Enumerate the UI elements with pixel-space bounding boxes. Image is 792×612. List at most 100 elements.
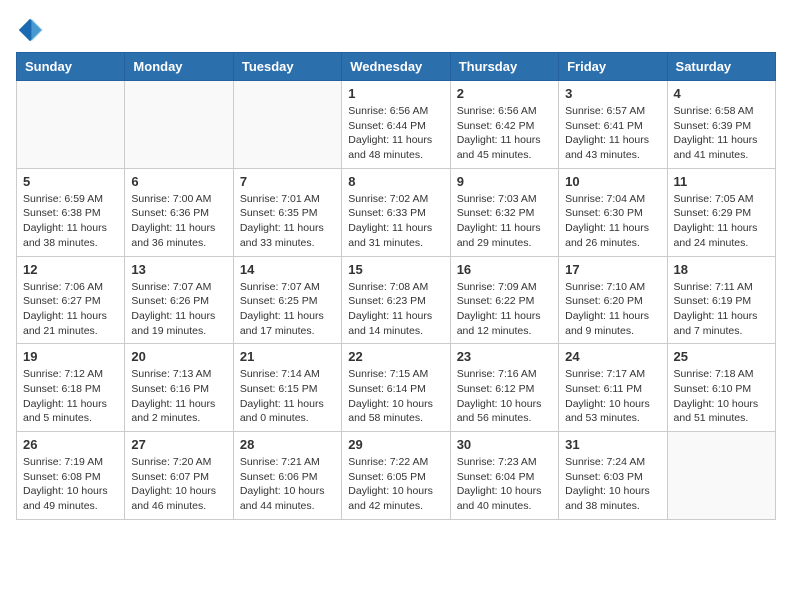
day-number: 9 [457,174,552,189]
day-info: Sunrise: 7:17 AMSunset: 6:11 PMDaylight:… [565,367,660,426]
day-info: Sunrise: 7:20 AMSunset: 6:07 PMDaylight:… [131,455,226,514]
day-info: Sunrise: 6:56 AMSunset: 6:44 PMDaylight:… [348,104,443,163]
day-number: 19 [23,349,118,364]
calendar-header-monday: Monday [125,53,233,81]
day-info: Sunrise: 7:06 AMSunset: 6:27 PMDaylight:… [23,280,118,339]
calendar-cell: 3Sunrise: 6:57 AMSunset: 6:41 PMDaylight… [559,81,667,169]
day-number: 29 [348,437,443,452]
calendar-cell: 16 Sunrise: 7:09 AMSunset: 6:22 PMDayligh… [450,256,558,344]
calendar-header-wednesday: Wednesday [342,53,450,81]
calendar-cell [125,81,233,169]
day-info: Sunrise: 7:05 AMSunset: 6:29 PMDaylight:… [674,192,769,251]
calendar-cell: 5 Sunrise: 6:59 AMSunset: 6:38 PMDaylight… [17,168,125,256]
calendar-cell: 21 Sunrise: 7:14 AMSunset: 6:15 PMDayligh… [233,344,341,432]
day-number: 21 [240,349,335,364]
day-info: Sunrise: 7:07 AMSunset: 6:26 PMDaylight:… [131,280,226,339]
calendar-cell: 7 Sunrise: 7:01 AMSunset: 6:35 PMDaylight… [233,168,341,256]
day-number: 17 [565,262,660,277]
calendar-cell: 30 Sunrise: 7:23 AMSunset: 6:04 PMDayligh… [450,432,558,520]
day-number: 22 [348,349,443,364]
calendar-cell: 12 Sunrise: 7:06 AMSunset: 6:27 PMDayligh… [17,256,125,344]
calendar-cell: 2 Sunrise: 6:56 AMSunset: 6:42 PMDaylight… [450,81,558,169]
calendar-cell: 15 Sunrise: 7:08 AMSunset: 6:23 PMDayligh… [342,256,450,344]
calendar-header-thursday: Thursday [450,53,558,81]
day-info: Sunrise: 6:56 AMSunset: 6:42 PMDaylight:… [457,104,552,163]
calendar-cell: 11Sunrise: 7:05 AMSunset: 6:29 PMDayligh… [667,168,775,256]
calendar-week-2: 5 Sunrise: 6:59 AMSunset: 6:38 PMDaylight… [17,168,776,256]
day-number: 2 [457,86,552,101]
day-number: 14 [240,262,335,277]
day-info: Sunrise: 7:09 AMSunset: 6:22 PMDaylight:… [457,280,552,339]
day-number: 16 [457,262,552,277]
calendar-header-friday: Friday [559,53,667,81]
calendar-header-saturday: Saturday [667,53,775,81]
day-number: 31 [565,437,660,452]
calendar-cell: 31 Sunrise: 7:24 AMSunset: 6:03 PMDayligh… [559,432,667,520]
calendar-cell: 9Sunrise: 7:03 AMSunset: 6:32 PMDaylight… [450,168,558,256]
calendar-cell: 20 Sunrise: 7:13 AMSunset: 6:16 PMDayligh… [125,344,233,432]
day-number: 27 [131,437,226,452]
day-info: Sunrise: 7:16 AMSunset: 6:12 PMDaylight:… [457,367,552,426]
calendar-cell: 13 Sunrise: 7:07 AMSunset: 6:26 PMDayligh… [125,256,233,344]
day-info: Sunrise: 7:13 AMSunset: 6:16 PMDaylight:… [131,367,226,426]
day-number: 5 [23,174,118,189]
day-info: Sunrise: 7:08 AMSunset: 6:23 PMDaylight:… [348,280,443,339]
calendar-cell: 23 Sunrise: 7:16 AMSunset: 6:12 PMDayligh… [450,344,558,432]
calendar-header-tuesday: Tuesday [233,53,341,81]
logo [16,16,48,44]
day-info: Sunrise: 6:59 AMSunset: 6:38 PMDaylight:… [23,192,118,251]
day-number: 30 [457,437,552,452]
calendar-header-row: SundayMondayTuesdayWednesdayThursdayFrid… [17,53,776,81]
calendar-table: SundayMondayTuesdayWednesdayThursdayFrid… [16,52,776,520]
day-info: Sunrise: 6:58 AMSunset: 6:39 PMDaylight:… [674,104,769,163]
calendar-week-5: 26 Sunrise: 7:19 AMSunset: 6:08 PMDayligh… [17,432,776,520]
logo-icon [16,16,44,44]
calendar-week-4: 19Sunrise: 7:12 AMSunset: 6:18 PMDayligh… [17,344,776,432]
day-info: Sunrise: 7:22 AMSunset: 6:05 PMDaylight:… [348,455,443,514]
calendar-cell: 28Sunrise: 7:21 AMSunset: 6:06 PMDayligh… [233,432,341,520]
calendar-header-sunday: Sunday [17,53,125,81]
calendar-week-3: 12 Sunrise: 7:06 AMSunset: 6:27 PMDayligh… [17,256,776,344]
day-number: 13 [131,262,226,277]
calendar-cell [17,81,125,169]
calendar-cell [233,81,341,169]
day-number: 26 [23,437,118,452]
day-number: 18 [674,262,769,277]
calendar-cell: 4 Sunrise: 6:58 AMSunset: 6:39 PMDaylight… [667,81,775,169]
calendar-cell: 27 Sunrise: 7:20 AMSunset: 6:07 PMDayligh… [125,432,233,520]
day-number: 12 [23,262,118,277]
day-info: Sunrise: 7:21 AMSunset: 6:06 PMDaylight:… [240,455,335,514]
day-number: 1 [348,86,443,101]
calendar-cell: 22 Sunrise: 7:15 AMSunset: 6:14 PMDayligh… [342,344,450,432]
day-info: Sunrise: 7:23 AMSunset: 6:04 PMDaylight:… [457,455,552,514]
day-info: Sunrise: 7:04 AMSunset: 6:30 PMDaylight:… [565,192,660,251]
day-info: Sunrise: 7:15 AMSunset: 6:14 PMDaylight:… [348,367,443,426]
day-number: 23 [457,349,552,364]
day-number: 7 [240,174,335,189]
day-info: Sunrise: 7:14 AMSunset: 6:15 PMDaylight:… [240,367,335,426]
day-info: Sunrise: 7:11 AMSunset: 6:19 PMDaylight:… [674,280,769,339]
day-info: Sunrise: 7:18 AMSunset: 6:10 PMDaylight:… [674,367,769,426]
day-info: Sunrise: 7:24 AMSunset: 6:03 PMDaylight:… [565,455,660,514]
day-number: 24 [565,349,660,364]
day-number: 20 [131,349,226,364]
calendar-cell: 8Sunrise: 7:02 AMSunset: 6:33 PMDaylight… [342,168,450,256]
day-number: 15 [348,262,443,277]
calendar-cell: 25 Sunrise: 7:18 AMSunset: 6:10 PMDayligh… [667,344,775,432]
calendar-cell: 19Sunrise: 7:12 AMSunset: 6:18 PMDayligh… [17,344,125,432]
day-number: 3 [565,86,660,101]
day-number: 25 [674,349,769,364]
day-info: Sunrise: 7:00 AMSunset: 6:36 PMDaylight:… [131,192,226,251]
page-header [16,16,776,44]
day-info: Sunrise: 7:07 AMSunset: 6:25 PMDaylight:… [240,280,335,339]
day-number: 10 [565,174,660,189]
calendar-cell: 14 Sunrise: 7:07 AMSunset: 6:25 PMDayligh… [233,256,341,344]
calendar-cell: 6Sunrise: 7:00 AMSunset: 6:36 PMDaylight… [125,168,233,256]
calendar-cell: 17Sunrise: 7:10 AMSunset: 6:20 PMDayligh… [559,256,667,344]
calendar-cell: 10 Sunrise: 7:04 AMSunset: 6:30 PMDayligh… [559,168,667,256]
day-info: Sunrise: 7:19 AMSunset: 6:08 PMDaylight:… [23,455,118,514]
calendar-week-1: 1 Sunrise: 6:56 AMSunset: 6:44 PMDaylight… [17,81,776,169]
day-number: 4 [674,86,769,101]
day-info: Sunrise: 7:02 AMSunset: 6:33 PMDaylight:… [348,192,443,251]
day-info: Sunrise: 7:01 AMSunset: 6:35 PMDaylight:… [240,192,335,251]
